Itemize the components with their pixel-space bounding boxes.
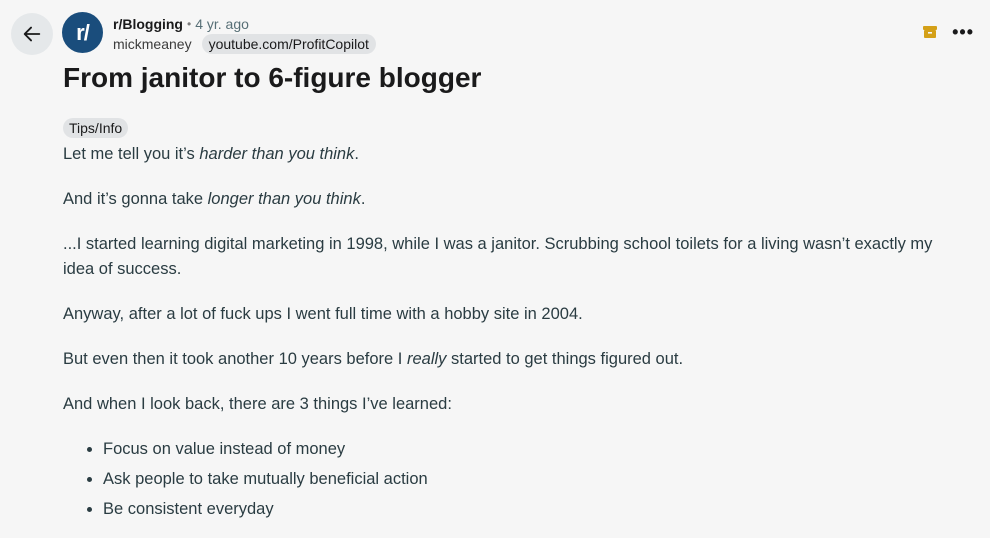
user-flair: youtube.com/ProfitCopilot <box>201 34 376 54</box>
bullet-list: Focus on value instead of money Ask peop… <box>63 437 963 522</box>
more-options-icon[interactable]: ••• <box>952 23 974 41</box>
post-age: 4 yr. ago <box>195 16 249 32</box>
post-body: Let me tell you it’s harder than you thi… <box>63 142 963 527</box>
subreddit-link[interactable]: r/Blogging <box>113 15 183 33</box>
archive-icon[interactable] <box>922 24 938 40</box>
paragraph: ...I started learning digital marketing … <box>63 235 933 278</box>
paragraph: Anyway, after a lot of fuck ups I went f… <box>63 305 583 323</box>
subreddit-avatar[interactable]: r/ <box>62 12 103 53</box>
post-actions: ••• <box>922 23 974 41</box>
post-flair[interactable]: Tips/Info <box>63 118 129 138</box>
post-page: r/ r/Blogging • 4 yr. ago mickmeaney you… <box>0 0 990 538</box>
paragraph: And it’s gonna take longer than you thin… <box>63 190 366 208</box>
arrow-left-icon <box>23 26 41 42</box>
list-item: Ask people to take mutually beneficial a… <box>103 467 963 492</box>
list-item: Be consistent everyday <box>103 497 963 522</box>
author-line: mickmeaney youtube.com/ProfitCopilot <box>113 34 376 54</box>
meta-separator: • <box>187 17 192 31</box>
list-item: Focus on value instead of money <box>103 437 963 462</box>
paragraph: Let me tell you it’s harder than you thi… <box>63 145 359 163</box>
post-meta: r/Blogging • 4 yr. ago <box>113 15 249 33</box>
post-title[interactable]: From janitor to 6-figure blogger <box>63 60 481 96</box>
author-link[interactable]: mickmeaney <box>113 35 192 53</box>
paragraph: And when I look back, there are 3 things… <box>63 395 452 413</box>
back-button[interactable] <box>11 13 53 55</box>
paragraph: But even then it took another 10 years b… <box>63 350 684 368</box>
